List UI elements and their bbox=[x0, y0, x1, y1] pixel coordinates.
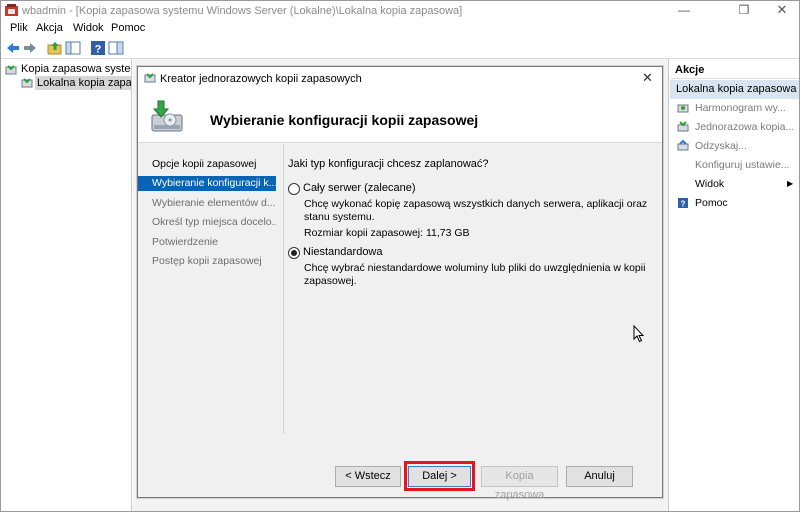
menu-plik[interactable]: Plik bbox=[10, 22, 28, 34]
action-label: Widok bbox=[695, 178, 725, 190]
menu-akcja[interactable]: Akcja bbox=[36, 22, 63, 34]
action-label: Konfiguruj ustawie... bbox=[695, 159, 790, 171]
svg-text:?: ? bbox=[681, 200, 686, 209]
action-label: Jednorazowa kopia... bbox=[695, 121, 795, 133]
window-title: wbadmin - [Kopia zapasowa systemu Window… bbox=[22, 5, 463, 17]
cancel-button[interactable]: Anuluj bbox=[566, 466, 633, 487]
menu-pomoc[interactable]: Pomoc bbox=[111, 22, 145, 34]
back-arrow-icon[interactable] bbox=[5, 40, 21, 56]
up-folder-icon[interactable] bbox=[47, 40, 63, 56]
dialog-close-icon[interactable]: ✕ bbox=[642, 70, 653, 86]
actions-header: Akcje bbox=[670, 59, 799, 79]
actions-pane: Akcje Lokalna kopia zapasowa Harmonogram… bbox=[670, 59, 799, 511]
backup-size: Rozmiar kopii zapasowej: 11,73 GB bbox=[304, 227, 470, 239]
backup-icon bbox=[21, 78, 33, 88]
svg-text:?: ? bbox=[95, 44, 102, 56]
action-help[interactable]: ? Pomoc bbox=[670, 194, 799, 212]
restore-icon: ❐ bbox=[738, 3, 750, 17]
next-button[interactable]: Dalej > bbox=[408, 466, 471, 487]
full-server-description: Chcę wykonać kopię zapasową wszystkich d… bbox=[304, 198, 648, 223]
step-confirmation: Potwierdzenie bbox=[152, 236, 218, 248]
schedule-icon bbox=[677, 104, 689, 113]
action-label: Odzyskaj... bbox=[695, 140, 747, 152]
show-hide-tree-icon[interactable] bbox=[65, 40, 81, 56]
wizard-dialog: Kreator jednorazowych kopii zapasowych ✕… bbox=[137, 66, 663, 501]
tree-item-local-backup[interactable]: Lokalna kopia zapasowa bbox=[35, 76, 131, 90]
divider bbox=[283, 144, 284, 434]
menu-widok[interactable]: Widok bbox=[73, 22, 104, 34]
dialog-title-bar: Kreator jednorazowych kopii zapasowych ✕ bbox=[138, 67, 662, 89]
backup-wizard-icon bbox=[151, 100, 183, 132]
properties-icon[interactable] bbox=[108, 40, 124, 56]
help-icon[interactable]: ? bbox=[90, 40, 106, 56]
radio-custom-label[interactable]: Niestandardowa bbox=[303, 246, 383, 258]
main-window: wbadmin - [Kopia zapasowa systemu Window… bbox=[0, 0, 800, 512]
step-backup-options[interactable]: Opcje kopii zapasowej bbox=[138, 157, 276, 172]
action-view[interactable]: Widok ▶ bbox=[670, 175, 799, 193]
radio-full-server-label[interactable]: Cały serwer (zalecane) bbox=[303, 182, 415, 194]
page-title: Wybieranie konfiguracji kopii zapasowej bbox=[210, 112, 479, 128]
action-recover[interactable]: Odzyskaj... bbox=[670, 137, 799, 155]
minimize-button[interactable]: — bbox=[661, 1, 707, 21]
radio-custom[interactable] bbox=[288, 247, 300, 259]
mouse-cursor-icon bbox=[633, 325, 645, 343]
app-icon bbox=[5, 4, 18, 16]
action-backup-once[interactable]: Jednorazowa kopia... bbox=[670, 118, 799, 136]
backup-once-icon bbox=[677, 121, 689, 132]
tree-item-root[interactable]: Kopia zapasowa systemu W bbox=[21, 63, 131, 75]
step-select-items: Wybieranie elementów d... bbox=[152, 197, 276, 209]
chevron-right-icon: ▶ bbox=[787, 179, 794, 188]
custom-description: Chcę wybrać niestandardowe woluminy lub … bbox=[304, 262, 646, 287]
recover-icon bbox=[677, 140, 689, 151]
help-icon: ? bbox=[678, 198, 688, 209]
console-tree: Kopia zapasowa systemu W Lokalna kopia z… bbox=[1, 59, 132, 511]
toolbar: ? bbox=[1, 37, 799, 59]
close-button[interactable]: ✕ bbox=[759, 1, 800, 21]
backup-button[interactable]: Kopia zapasowa bbox=[481, 466, 558, 501]
backup-icon bbox=[144, 73, 156, 83]
dialog-header: Wybieranie konfiguracji kopii zapasowej bbox=[138, 89, 662, 143]
step-select-config[interactable]: Wybieranie konfiguracji k... bbox=[138, 176, 276, 191]
dialog-body: Opcje kopii zapasowej Wybieranie konfigu… bbox=[138, 144, 662, 501]
radio-full-server[interactable] bbox=[288, 183, 300, 195]
close-icon: ✕ bbox=[776, 2, 788, 17]
step-destination-type: Określ typ miejsca docelo... bbox=[152, 216, 276, 228]
minimize-icon: — bbox=[678, 3, 690, 17]
config-question: Jaki typ konfiguracji chcesz zaplanować? bbox=[288, 158, 489, 170]
forward-arrow-icon[interactable] bbox=[22, 40, 38, 56]
action-schedule[interactable]: Harmonogram wy... bbox=[670, 99, 799, 117]
backup-icon bbox=[5, 65, 17, 75]
back-button[interactable]: < Wstecz bbox=[335, 466, 401, 487]
step-progress: Postęp kopii zapasowej bbox=[152, 255, 262, 267]
dialog-title: Kreator jednorazowych kopii zapasowych bbox=[160, 73, 362, 85]
action-label: Harmonogram wy... bbox=[695, 102, 786, 114]
menu-bar: Plik Akcja Widok Pomoc bbox=[1, 21, 799, 37]
actions-subheader[interactable]: Lokalna kopia zapasowa bbox=[670, 80, 799, 99]
title-bar: wbadmin - [Kopia zapasowa systemu Window… bbox=[1, 1, 799, 21]
action-configure[interactable]: Konfiguruj ustawie... bbox=[670, 156, 799, 174]
action-label: Pomoc bbox=[695, 197, 728, 209]
